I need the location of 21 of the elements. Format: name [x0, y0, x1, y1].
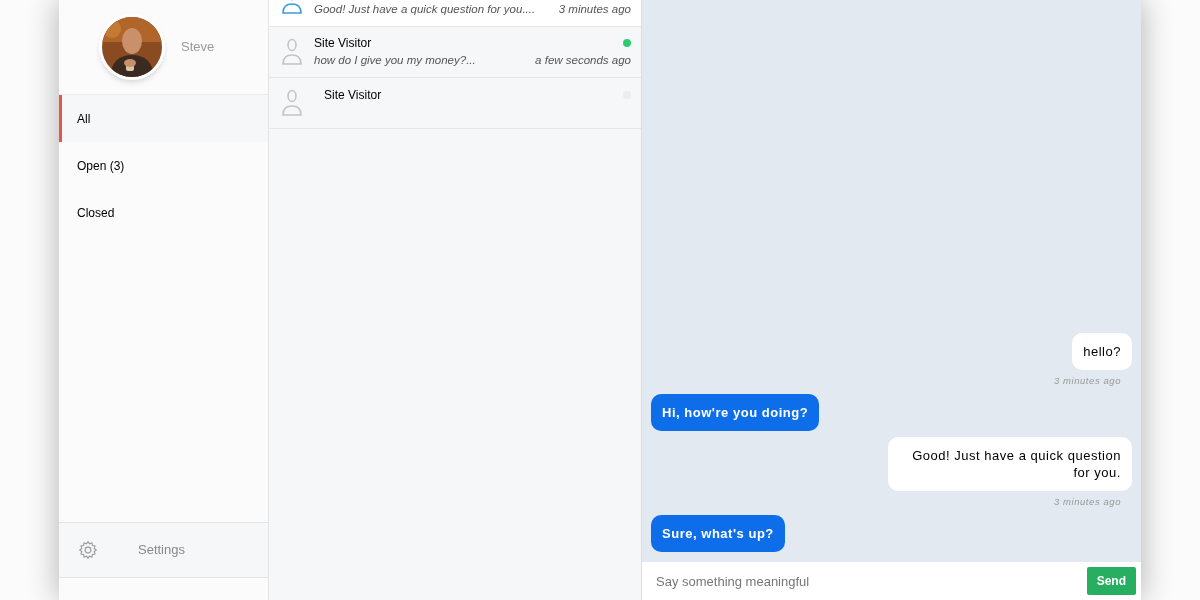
user-name: Steve	[181, 38, 215, 57]
chat-bubble: Hi, how're you doing?	[651, 393, 820, 431]
visitor-name: Site Visitor	[314, 35, 372, 53]
chat-bubble: Sure, what's up?	[651, 515, 785, 552]
message-input[interactable]: Say something meaningful	[642, 562, 1087, 600]
chat-bubble: Good! Just have a quick question for you.	[888, 436, 1132, 491]
message-time: 3 minutes ago	[1053, 494, 1121, 509]
person-icon	[281, 38, 303, 66]
timestamp: 3 minutes ago	[558, 2, 631, 18]
conversation-item[interactable]: Good! Just have a quick question for you.... 3 minutes ago	[269, 0, 641, 27]
chat-bubble: hello?	[1072, 332, 1132, 370]
filter-item[interactable]: Open (3)	[59, 142, 268, 189]
filter-item[interactable]: All	[59, 95, 268, 142]
message-preview: how do I give you my money?...	[314, 53, 476, 69]
timestamp: a few seconds ago	[535, 53, 631, 69]
settings-icon	[78, 540, 98, 560]
visitor-name: Site Visitor	[323, 87, 382, 104]
person-icon	[281, 89, 303, 117]
message-preview: Good! Just have a quick question for you....	[314, 2, 536, 18]
message-time: 3 minutes ago	[1053, 373, 1121, 388]
filter-item[interactable]: Closed	[59, 189, 268, 236]
